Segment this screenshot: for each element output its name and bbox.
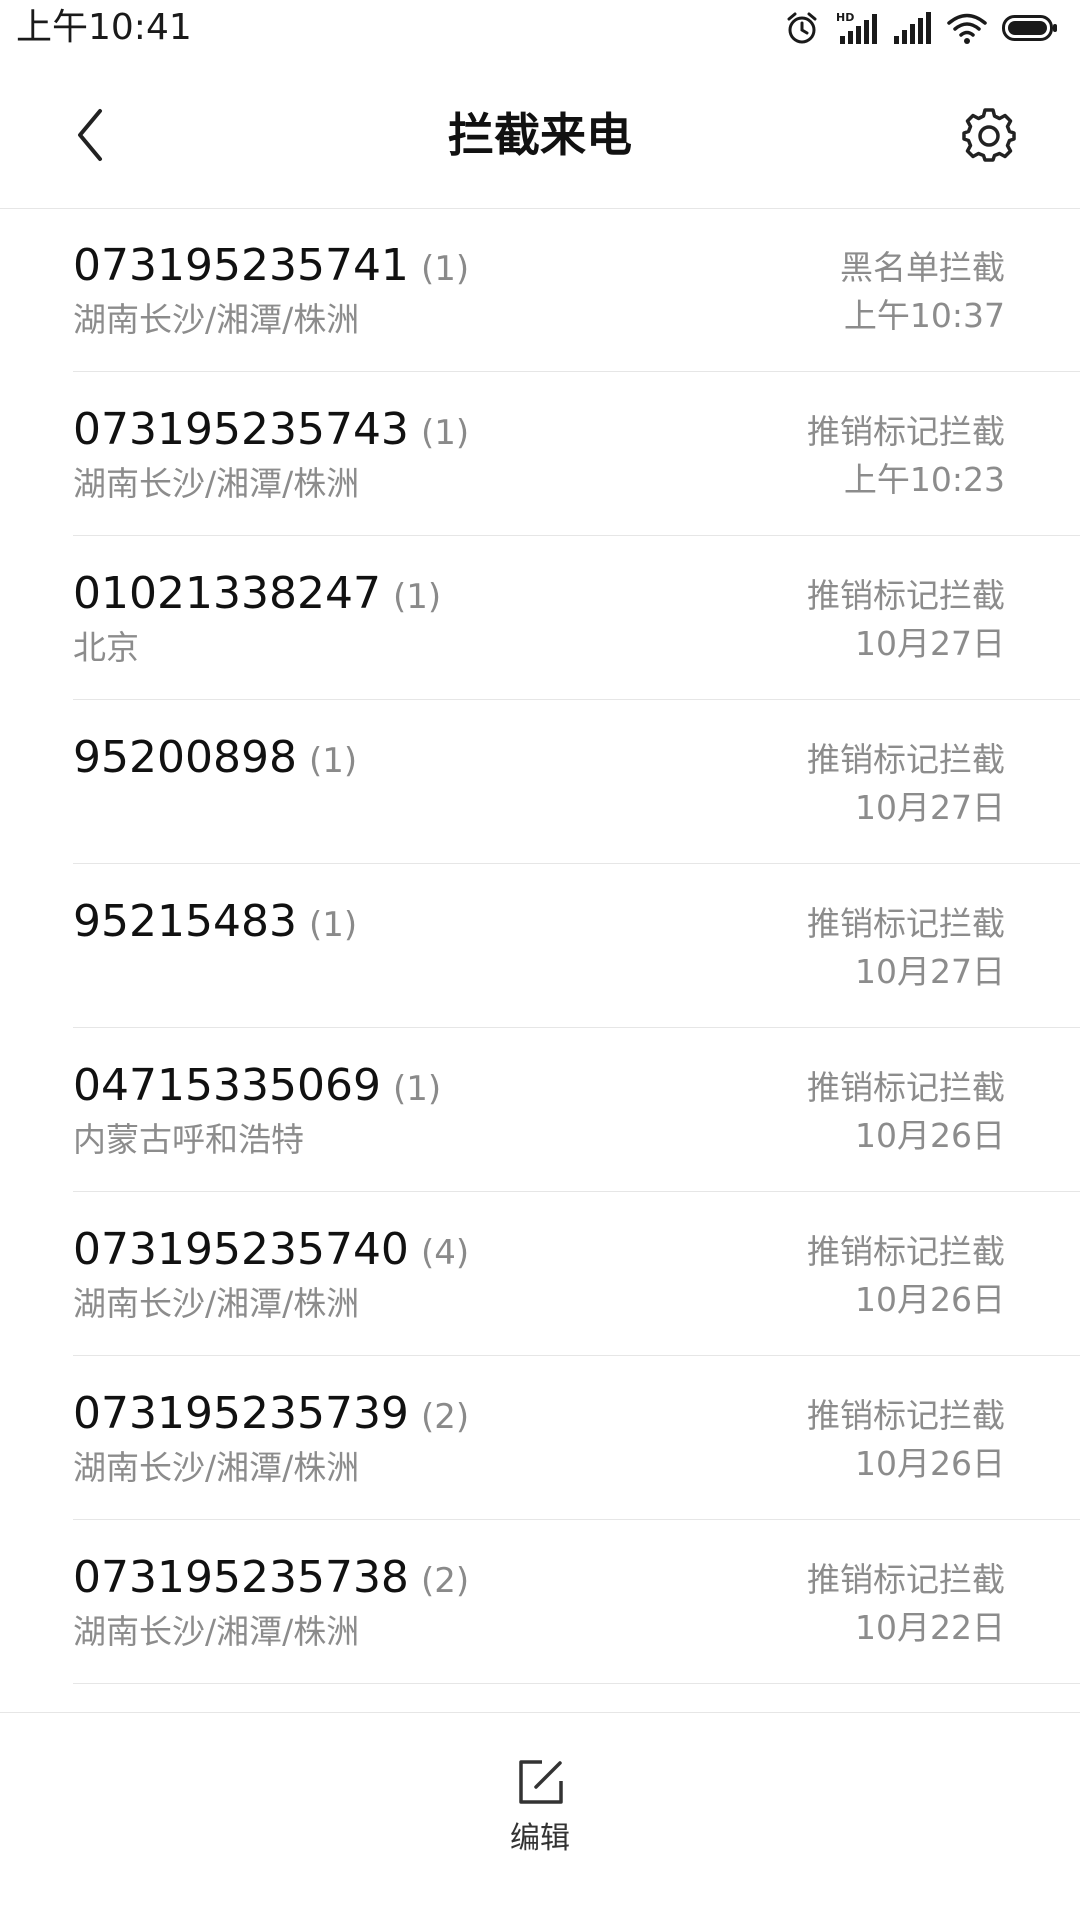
hd-badge: HD: [836, 11, 854, 24]
call-count: (1): [392, 1069, 442, 1109]
battery-icon: [1002, 13, 1058, 43]
call-number-line: 073195235743 (1): [73, 402, 469, 461]
call-time: 上午10:37: [843, 296, 1005, 335]
call-row[interactable]: 073195235743 (1) 湖南长沙/湘潭/株洲 推销标记拦截 上午10:2…: [73, 372, 1080, 536]
call-time: 10月27日: [855, 624, 1005, 663]
call-time: 10月26日: [855, 1280, 1005, 1319]
block-reason: 推销标记拦截: [807, 1560, 1005, 1599]
alarm-icon: [784, 10, 820, 46]
phone-number: 04715335069: [73, 1060, 381, 1111]
call-count: (4): [420, 1233, 470, 1273]
call-location: 湖南长沙/湘潭/株洲: [73, 464, 360, 503]
block-reason: 推销标记拦截: [807, 1068, 1005, 1107]
hd-signal-icon: HD: [834, 10, 878, 46]
phone-number: 95200898: [73, 732, 297, 783]
call-number-line: 95215483 (1): [73, 894, 357, 953]
call-count: (1): [420, 249, 470, 289]
phone-number: 073195235741: [73, 240, 409, 291]
call-count: (1): [392, 577, 442, 617]
block-reason: 推销标记拦截: [807, 1396, 1005, 1435]
page-title: 拦截来电: [448, 108, 632, 162]
call-time: 10月26日: [855, 1116, 1005, 1155]
phone-number: 073195235743: [73, 404, 409, 455]
call-location: 湖南长沙/湘潭/株洲: [73, 1448, 360, 1487]
call-count: (2): [420, 1561, 470, 1601]
call-time: 上午10:23: [843, 460, 1005, 499]
call-row[interactable]: 073195235741 (1) 湖南长沙/湘潭/株洲 黑名单拦截 上午10:37: [73, 208, 1080, 372]
call-count: (1): [308, 741, 358, 781]
bottom-action-bar: 编辑: [0, 1712, 1080, 1920]
call-time: 10月27日: [855, 952, 1005, 991]
wifi-icon: [946, 10, 988, 46]
call-location: 湖南长沙/湘潭/株洲: [73, 1612, 360, 1651]
call-number-line: 073195235738 (2): [73, 1550, 469, 1609]
header: 拦截来电: [0, 60, 1080, 209]
call-number-line: 073195235741 (1): [73, 238, 469, 297]
call-number-line: 04715335069 (1): [73, 1058, 441, 1117]
blocked-calls-screen: 上午10:41 HD 拦截来电 073195235741 (1) 湖南长沙/湘潭…: [0, 0, 1080, 1920]
phone-number: 073195235738: [73, 1552, 409, 1603]
call-row[interactable]: 073195235739 (2) 湖南长沙/湘潭/株洲 推销标记拦截 10月26日: [73, 1356, 1080, 1520]
status-bar: 上午10:41 HD: [0, 0, 1080, 60]
call-row[interactable]: 95200898 (1) 推销标记拦截 10月27日: [73, 700, 1080, 864]
call-row[interactable]: 073195235738 (2) 湖南长沙/湘潭/株洲 推销标记拦截 10月22日: [73, 1520, 1080, 1684]
edit-label: 编辑: [510, 1821, 570, 1856]
block-reason: 推销标记拦截: [807, 904, 1005, 943]
call-row[interactable]: 95215483 (1) 推销标记拦截 10月27日: [73, 864, 1080, 1028]
call-row[interactable]: 073195235740 (4) 湖南长沙/湘潭/株洲 推销标记拦截 10月26日: [73, 1192, 1080, 1356]
call-time: 10月27日: [855, 788, 1005, 827]
call-number-line: 01021338247 (1): [73, 566, 441, 625]
blocked-call-list: 073195235741 (1) 湖南长沙/湘潭/株洲 黑名单拦截 上午10:37…: [0, 208, 1080, 1684]
block-reason: 推销标记拦截: [807, 412, 1005, 451]
signal-icon: [892, 10, 932, 46]
call-count: (1): [308, 905, 358, 945]
block-reason: 推销标记拦截: [807, 740, 1005, 779]
call-number-line: 073195235739 (2): [73, 1386, 469, 1445]
status-icons: HD: [784, 8, 1058, 48]
block-reason: 推销标记拦截: [807, 1232, 1005, 1271]
call-number-line: 95200898 (1): [73, 730, 357, 789]
call-count: (2): [420, 1397, 470, 1437]
call-number-line: 073195235740 (4): [73, 1222, 469, 1281]
call-location: 湖南长沙/湘潭/株洲: [73, 1284, 360, 1323]
phone-number: 95215483: [73, 896, 297, 947]
block-reason: 黑名单拦截: [840, 248, 1005, 287]
call-row[interactable]: 04715335069 (1) 内蒙古呼和浩特 推销标记拦截 10月26日: [73, 1028, 1080, 1192]
phone-number: 073195235739: [73, 1388, 409, 1439]
edit-icon: [519, 1760, 563, 1804]
status-time: 上午10:41: [16, 7, 192, 48]
call-location: 北京: [73, 628, 139, 667]
block-reason: 推销标记拦截: [807, 576, 1005, 615]
edit-button[interactable]: 编辑: [470, 1757, 610, 1887]
call-location: 湖南长沙/湘潭/株洲: [73, 300, 360, 339]
settings-button[interactable]: [956, 102, 1022, 168]
call-row[interactable]: 01021338247 (1) 北京 推销标记拦截 10月27日: [73, 536, 1080, 700]
phone-number: 01021338247: [73, 568, 381, 619]
call-time: 10月22日: [855, 1608, 1005, 1647]
call-time: 10月26日: [855, 1444, 1005, 1483]
gear-icon: [962, 108, 1016, 162]
call-location: 内蒙古呼和浩特: [73, 1120, 304, 1159]
phone-number: 073195235740: [73, 1224, 409, 1275]
call-count: (1): [420, 413, 470, 453]
